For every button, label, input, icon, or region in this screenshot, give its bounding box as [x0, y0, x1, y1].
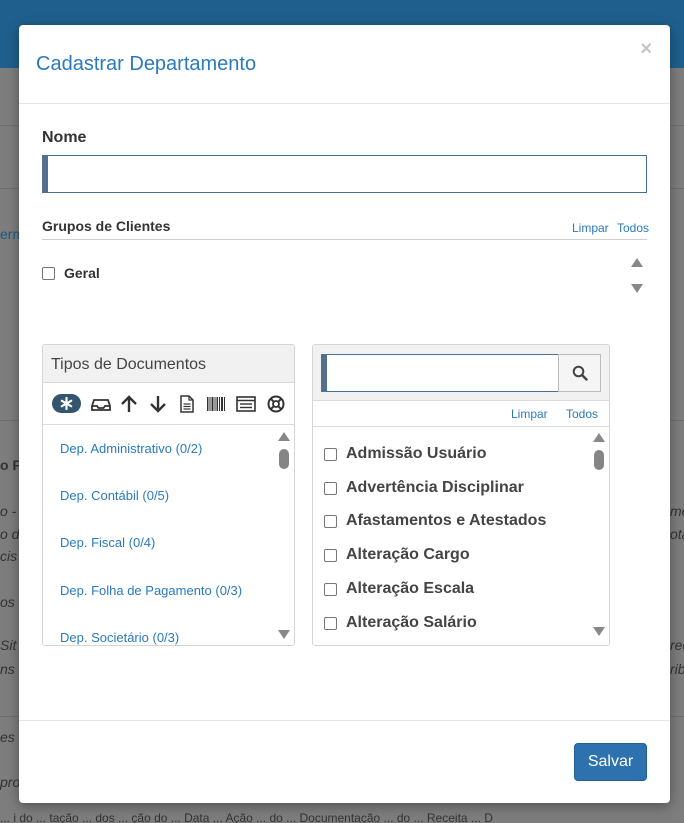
backdrop-text: ... i do ... tação ... dos ... ção do ..… [0, 811, 493, 823]
scroll-down-icon[interactable] [278, 630, 290, 639]
docs-divider [313, 426, 609, 427]
scroll-up-icon[interactable] [593, 433, 605, 442]
backdrop-text: Sit [0, 637, 17, 653]
scroll-up-icon[interactable] [631, 258, 643, 267]
search-button[interactable] [558, 354, 601, 392]
arrow-up-icon[interactable] [118, 395, 140, 413]
backdrop-text: o - [0, 503, 17, 519]
list-icon[interactable] [235, 395, 257, 413]
tipos-documentos-header: Tipos de Documentos [43, 345, 294, 383]
department-item[interactable]: Dep. Fiscal (0/4) [60, 535, 155, 550]
scroll-down-icon[interactable] [631, 284, 643, 293]
department-item[interactable]: Dep. Administrativo (0/2) [60, 441, 202, 456]
backdrop-text: cis [0, 548, 18, 564]
backdrop-text: me [670, 503, 684, 519]
backdrop-text: rib [670, 661, 684, 677]
barcode-icon[interactable] [205, 395, 227, 413]
department-item[interactable]: Dep. Societário (0/3) [60, 630, 179, 645]
documents-search-header [313, 345, 609, 401]
backdrop-text: o F [0, 457, 21, 473]
backdrop-text: ns [0, 661, 15, 677]
modal-footer-divider [19, 720, 670, 721]
docs-limpar-link[interactable]: Limpar [511, 407, 548, 421]
search-input[interactable] [321, 354, 559, 392]
document-checkbox[interactable] [324, 448, 337, 461]
scrollbar-thumb[interactable] [279, 449, 289, 469]
modal-header: Cadastrar Departamento × [19, 25, 670, 104]
search-icon [572, 365, 588, 381]
arrow-down-icon[interactable] [147, 395, 169, 413]
document-label: Admissão Usuário [346, 445, 487, 462]
tipos-toolbar [43, 385, 294, 425]
backdrop-text: pro [0, 774, 21, 790]
backdrop-text: rec [670, 637, 684, 653]
close-button[interactable]: × [640, 38, 652, 61]
scroll-up-icon[interactable] [278, 432, 290, 441]
document-label: Alteração Escala [346, 580, 475, 597]
nome-label: Nome [42, 129, 87, 146]
tipos-documentos-title: Tipos de Documentos [51, 356, 207, 373]
document-label: Afastamentos e Atestados [346, 512, 547, 529]
grupos-divider [42, 239, 647, 240]
document-checkbox[interactable] [324, 617, 337, 630]
department-item[interactable]: Dep. Folha de Pagamento (0/3) [60, 583, 242, 598]
inbox-icon[interactable] [90, 395, 112, 413]
document-checkbox[interactable] [324, 549, 337, 562]
grupos-clientes-label: Grupos de Clientes [42, 218, 171, 234]
documents-panel: Limpar Todos Admissão Usuário Advertênci… [312, 344, 610, 646]
nome-input[interactable] [42, 155, 647, 193]
document-label: Advertência Disciplinar [346, 479, 524, 496]
scroll-down-icon[interactable] [593, 627, 605, 636]
file-icon[interactable] [176, 395, 198, 413]
department-item[interactable]: Dep. Contábil (0/5) [60, 488, 169, 503]
document-checkbox[interactable] [324, 583, 337, 596]
grupos-todos-link[interactable]: Todos [617, 221, 649, 235]
document-label: Alteração Cargo [346, 546, 470, 563]
geral-label: Geral [64, 265, 100, 281]
asterisk-icon[interactable] [52, 394, 81, 413]
geral-checkbox[interactable] [42, 267, 55, 280]
backdrop-text: ota [670, 526, 684, 542]
tipos-documentos-panel: Tipos de Documentos Dep. Administrativo … [42, 344, 295, 646]
grupos-limpar-link[interactable]: Limpar [572, 221, 609, 235]
document-checkbox[interactable] [324, 515, 337, 528]
docs-todos-link[interactable]: Todos [566, 407, 598, 421]
scrollbar-thumb[interactable] [594, 450, 604, 470]
document-checkbox[interactable] [324, 482, 337, 495]
backdrop-text: es [0, 729, 15, 745]
cadastrar-departamento-modal: Cadastrar Departamento × Nome Grupos de … [19, 25, 670, 803]
modal-title: Cadastrar Departamento [36, 53, 257, 75]
save-button[interactable]: Salvar [574, 743, 647, 781]
document-label: Alteração Salário [346, 614, 477, 631]
lifebuoy-icon[interactable] [265, 395, 287, 413]
